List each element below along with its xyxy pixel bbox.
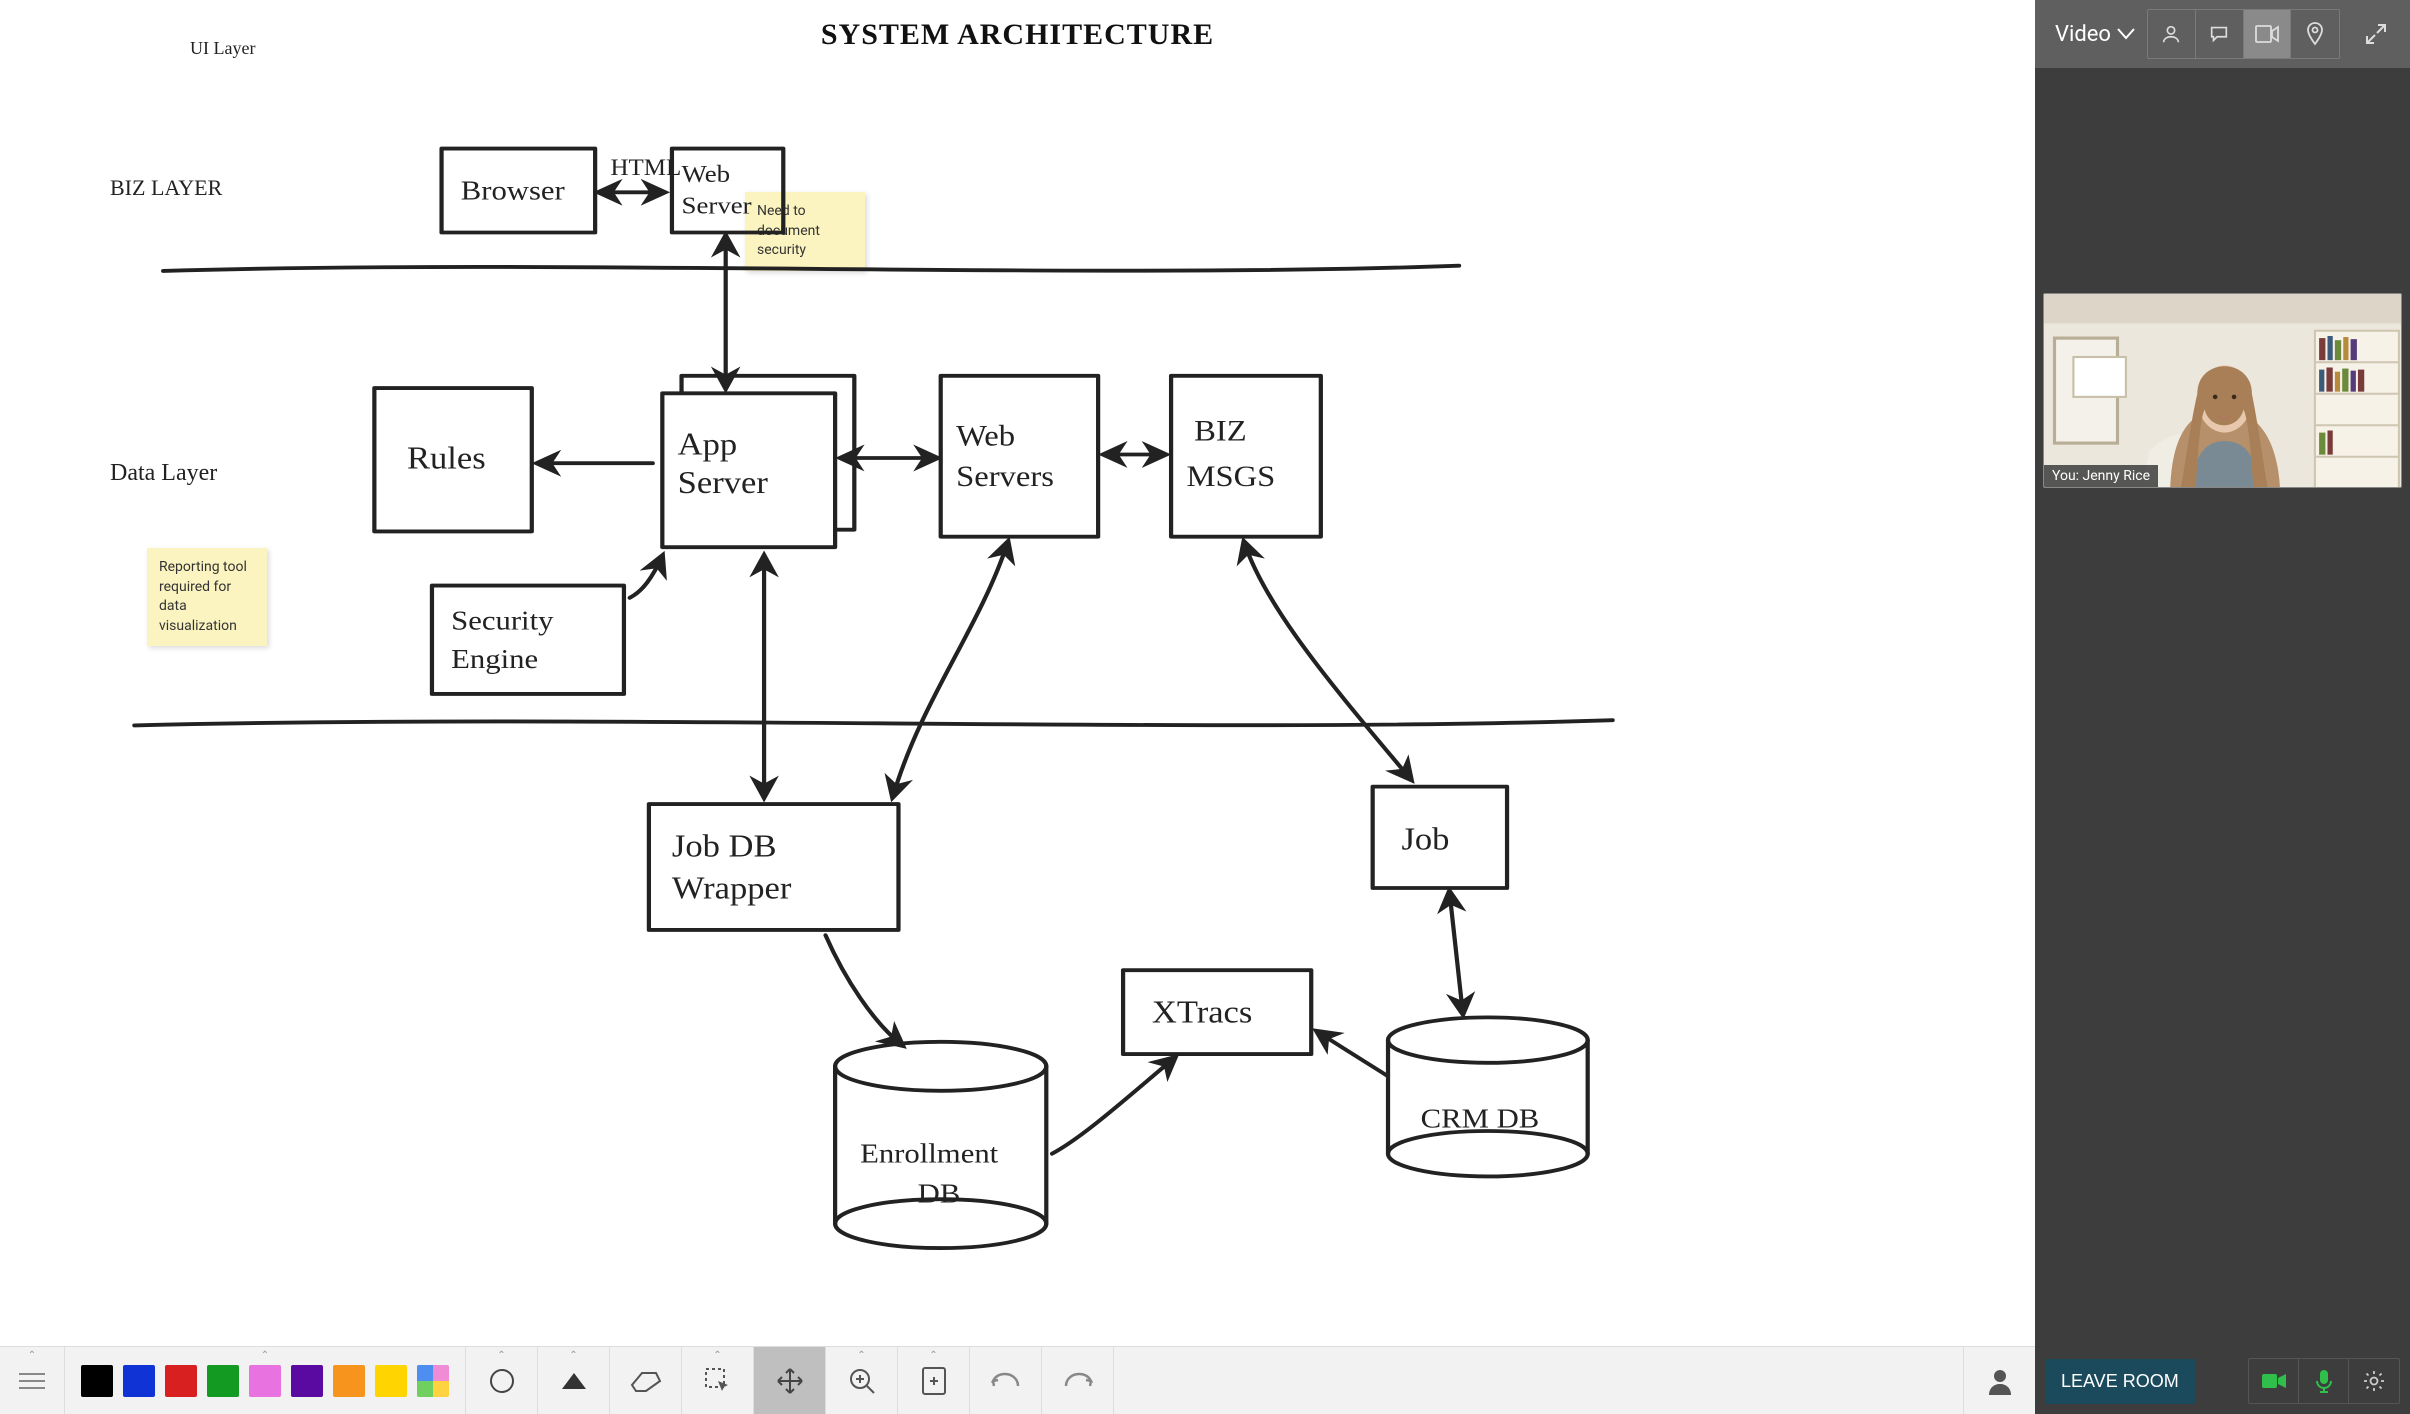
chevron-up-icon: ⌃ <box>569 1350 577 1361</box>
color-swatch-green[interactable] <box>207 1365 239 1397</box>
redo-button[interactable] <box>1042 1347 1114 1414</box>
svg-text:Security: Security <box>451 605 554 635</box>
svg-text:MSGS: MSGS <box>1186 459 1275 492</box>
svg-text:XTracs: XTracs <box>1152 996 1252 1030</box>
color-swatch-red[interactable] <box>165 1365 197 1397</box>
color-swatch-black[interactable] <box>81 1365 113 1397</box>
video-panel: Video <box>2035 0 2410 1414</box>
svg-text:Server: Server <box>678 466 768 500</box>
svg-text:Job DB: Job DB <box>672 830 777 864</box>
svg-text:Server: Server <box>682 191 753 219</box>
svg-text:Web: Web <box>682 160 731 188</box>
svg-text:Job: Job <box>1401 823 1449 857</box>
microphone-toggle-icon[interactable] <box>2299 1359 2349 1403</box>
color-swatch-orange[interactable] <box>333 1365 365 1397</box>
svg-text:App: App <box>678 428 737 462</box>
add-page-tool[interactable]: ⌃ <box>898 1347 970 1414</box>
chevron-down-icon <box>2117 28 2135 40</box>
color-swatch-purple[interactable] <box>291 1365 323 1397</box>
participants-icon[interactable] <box>2148 10 2196 58</box>
chevron-up-icon: ⌃ <box>261 1350 269 1361</box>
zoom-tool[interactable]: ⌃ <box>826 1347 898 1414</box>
video-scene-illustration <box>2044 294 2401 488</box>
profile-button[interactable] <box>1963 1347 2035 1414</box>
svg-text:CRM DB: CRM DB <box>1421 1104 1540 1134</box>
svg-text:Engine: Engine <box>451 644 538 674</box>
eraser-tool[interactable] <box>610 1347 682 1414</box>
camera-toggle-icon[interactable] <box>2249 1359 2299 1403</box>
color-swatch-yellow[interactable] <box>375 1365 407 1397</box>
color-swatch-multi[interactable] <box>417 1365 449 1397</box>
svg-text:HTML: HTML <box>611 156 682 181</box>
bottom-toolbar: ⌃ ⌃ ⌃ ⌃ <box>0 1346 2035 1414</box>
chevron-up-icon: ⌃ <box>713 1350 721 1361</box>
chevron-up-icon: ⌃ <box>929 1350 937 1361</box>
video-panel-header: Video <box>2035 0 2410 68</box>
diagram-sketch: Browser HTML Web Server Rules App Server… <box>0 0 2035 1346</box>
shape-tool[interactable]: ⌃ <box>466 1347 538 1414</box>
svg-text:Browser: Browser <box>461 175 565 205</box>
color-palette <box>73 1365 457 1397</box>
color-swatch-pink[interactable] <box>249 1365 281 1397</box>
chevron-up-icon: ⌃ <box>857 1350 865 1361</box>
video-grid-icon[interactable] <box>2244 10 2292 58</box>
video-thumbnail[interactable]: You: Jenny Rice <box>2043 293 2402 488</box>
video-dropdown-label: Video <box>2055 22 2111 47</box>
expand-icon[interactable] <box>2356 14 2396 54</box>
video-panel-view-icons <box>2147 9 2340 59</box>
menu-button[interactable] <box>8 1373 56 1389</box>
svg-text:DB: DB <box>918 1179 961 1209</box>
select-tool[interactable]: ⌃ <box>682 1347 754 1414</box>
chevron-up-icon: ⌃ <box>28 1350 36 1361</box>
svg-text:BIZ: BIZ <box>1194 414 1247 447</box>
svg-text:Web: Web <box>956 419 1015 452</box>
pan-tool[interactable] <box>754 1347 826 1414</box>
whiteboard-canvas[interactable]: SYSTEM ARCHITECTURE UI Layer BIZ LAYER D… <box>0 0 2035 1346</box>
svg-text:Wrapper: Wrapper <box>672 872 791 906</box>
settings-gear-icon[interactable] <box>2349 1359 2399 1403</box>
color-swatch-blue[interactable] <box>123 1365 155 1397</box>
video-panel-footer: LEAVE ROOM <box>2035 1348 2410 1414</box>
video-participant-label: You: Jenny Rice <box>2044 465 2158 487</box>
video-dropdown[interactable]: Video <box>2049 22 2141 47</box>
svg-text:Rules: Rules <box>407 442 486 476</box>
pen-tool[interactable]: ⌃ <box>538 1347 610 1414</box>
undo-button[interactable] <box>970 1347 1042 1414</box>
svg-text:Servers: Servers <box>956 459 1054 492</box>
svg-text:Enrollment: Enrollment <box>860 1139 998 1169</box>
chat-icon[interactable] <box>2196 10 2244 58</box>
leave-room-button[interactable]: LEAVE ROOM <box>2045 1359 2195 1404</box>
location-icon[interactable] <box>2291 10 2339 58</box>
chevron-up-icon: ⌃ <box>497 1350 505 1361</box>
